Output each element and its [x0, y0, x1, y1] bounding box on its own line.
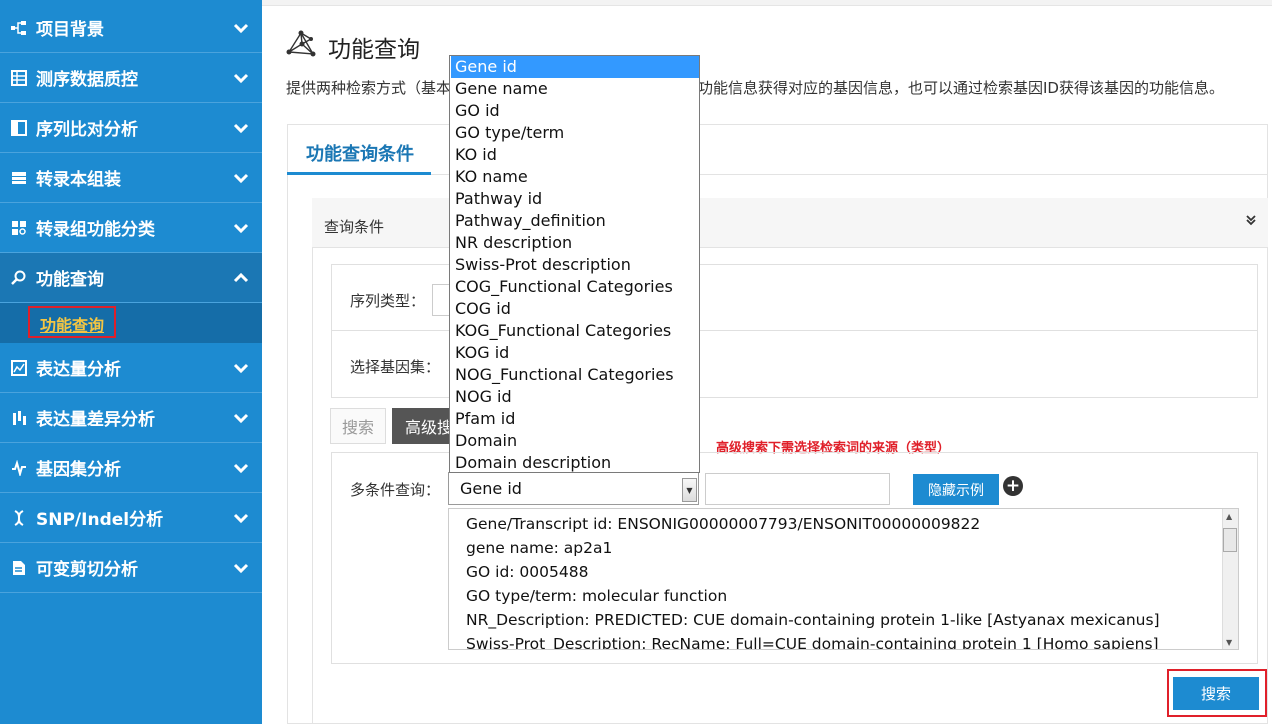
double-chevron-down-icon[interactable]: [1246, 214, 1256, 230]
sidebar-item-label: 转录组功能分类: [36, 220, 155, 240]
search-icon: [10, 269, 28, 287]
chevron-down-icon: [233, 23, 249, 34]
dropdown-option[interactable]: Pfam id: [451, 408, 699, 430]
tab-query-conditions[interactable]: 功能查询条件: [306, 140, 414, 166]
top-bar: [262, 0, 1272, 6]
dropdown-option[interactable]: Gene id: [451, 56, 699, 78]
page-title: 功能查询: [328, 37, 420, 63]
chevron-down-icon: [233, 363, 249, 374]
dropdown-option[interactable]: GO type/term: [451, 122, 699, 144]
sidebar-item-label: 功能查询: [36, 270, 104, 290]
chevron-down-icon: [233, 563, 249, 574]
dropdown-option[interactable]: KO id: [451, 144, 699, 166]
example-line: Swiss-Prot_Description: RecName: Full=CU…: [466, 635, 1159, 649]
sidebar-item-alignment[interactable]: 序列比对分析: [0, 103, 262, 153]
page-description-start: 提供两种检索方式（基本: [286, 79, 452, 97]
sidebar-item-assembly[interactable]: 转录本组装: [0, 153, 262, 203]
tab-active-indicator: [287, 172, 431, 175]
chevron-down-icon: [233, 73, 249, 84]
sidebar-item-label: 测序数据质控: [36, 70, 138, 90]
hide-examples-button[interactable]: 隐藏示例: [913, 474, 999, 505]
dropdown-option[interactable]: NR description: [451, 232, 699, 254]
select-arrow-icon[interactable]: ▼: [682, 478, 697, 502]
search-tab-button[interactable]: 搜索: [330, 408, 386, 444]
sidebar-item-gene-set[interactable]: 基因集分析: [0, 443, 262, 493]
panel-icon: [10, 119, 28, 137]
multi-condition-label: 多条件查询：: [350, 481, 441, 499]
sidebar-item-label: 表达量差异分析: [36, 410, 155, 430]
sequence-type-label: 序列类型：: [350, 292, 426, 310]
add-condition-icon[interactable]: +: [1003, 476, 1023, 496]
sidebar-item-label: 转录本组装: [36, 170, 121, 190]
scroll-thumb[interactable]: [1223, 528, 1237, 552]
sidebar-item-label: 项目背景: [36, 20, 104, 40]
example-line: NR_Description: PREDICTED: CUE domain-co…: [466, 611, 1160, 629]
advanced-search-tab-button[interactable]: 高级搜索: [392, 408, 450, 444]
server-icon: [10, 169, 28, 187]
chart-icon: [10, 359, 28, 377]
example-line: Gene/Transcript id: ENSONIG00000007793/E…: [466, 515, 981, 533]
field-type-select[interactable]: Gene id: [448, 472, 699, 505]
chevron-down-icon: [233, 413, 249, 424]
sidebar-item-project-background[interactable]: 项目背景: [0, 3, 262, 53]
chevron-down-icon: [233, 173, 249, 184]
dropdown-option[interactable]: Domain description: [451, 452, 699, 474]
sidebar-item-function-query[interactable]: 功能查询: [0, 253, 262, 303]
dropdown-option[interactable]: COG id: [451, 298, 699, 320]
document-icon: [10, 559, 28, 577]
scroll-down-icon[interactable]: ▼: [1226, 638, 1232, 647]
dropdown-option[interactable]: KO name: [451, 166, 699, 188]
dropdown-option[interactable]: NOG id: [451, 386, 699, 408]
dropdown-option[interactable]: Swiss-Prot description: [451, 254, 699, 276]
sidebar-item-function-classification[interactable]: 转录组功能分类: [0, 203, 262, 253]
scroll-up-icon[interactable]: ▲: [1226, 512, 1232, 521]
chevron-up-icon: [233, 272, 249, 283]
sidebar-item-label: 基因集分析: [36, 460, 121, 480]
example-line: gene name: ap2a1: [466, 539, 613, 557]
sidebar-item-label: 序列比对分析: [36, 120, 138, 140]
chevron-down-icon: [233, 513, 249, 524]
sidebar-item-label: SNP/Indel分析: [36, 510, 164, 530]
dropdown-option[interactable]: Gene name: [451, 78, 699, 100]
dropdown-option[interactable]: KOG id: [451, 342, 699, 364]
network-icon: [286, 30, 316, 57]
table-icon: [10, 69, 28, 87]
example-line: GO id: 0005488: [466, 563, 589, 581]
dna-icon: [10, 509, 28, 527]
conditions-header-label: 查询条件: [324, 218, 385, 236]
sidebar-item-label: 可变剪切分析: [36, 560, 138, 580]
chevron-down-icon: [233, 463, 249, 474]
chevron-down-icon: [233, 123, 249, 134]
hierarchy-icon: [10, 19, 28, 37]
gene-set-label: 选择基因集：: [350, 358, 441, 376]
sidebar-subitem-function-query[interactable]: 功能查询: [40, 312, 104, 336]
grid-search-icon: [10, 219, 28, 237]
example-line: GO type/term: molecular function: [466, 587, 728, 605]
chevron-down-icon: [233, 223, 249, 234]
dropdown-option[interactable]: Pathway_definition: [451, 210, 699, 232]
dropdown-option[interactable]: KOG_Functional Categories: [451, 320, 699, 342]
query-text-input[interactable]: [705, 473, 890, 505]
sidebar-item-qc[interactable]: 测序数据质控: [0, 53, 262, 103]
pulse-icon: [10, 459, 28, 477]
bars-icon: [10, 409, 28, 427]
dropdown-option[interactable]: Pathway id: [451, 188, 699, 210]
sidebar-item-snp-indel[interactable]: SNP/Indel分析: [0, 493, 262, 543]
dropdown-option[interactable]: COG_Functional Categories: [451, 276, 699, 298]
field-type-dropdown: Gene id Gene name GO id GO type/term KO …: [449, 55, 700, 473]
sidebar-item-label: 表达量分析: [36, 360, 121, 380]
sidebar-item-differential[interactable]: 表达量差异分析: [0, 393, 262, 443]
page-description-end: 功能信息获得对应的基因信息，也可以通过检索基因ID获得该基因的功能信息。: [698, 79, 1224, 97]
dropdown-option[interactable]: Domain: [451, 430, 699, 452]
dropdown-option[interactable]: GO id: [451, 100, 699, 122]
sidebar-item-splicing[interactable]: 可变剪切分析: [0, 543, 262, 593]
sidebar-item-expression[interactable]: 表达量分析: [0, 343, 262, 393]
dropdown-option[interactable]: NOG_Functional Categories: [451, 364, 699, 386]
search-button[interactable]: 搜索: [1173, 677, 1259, 710]
